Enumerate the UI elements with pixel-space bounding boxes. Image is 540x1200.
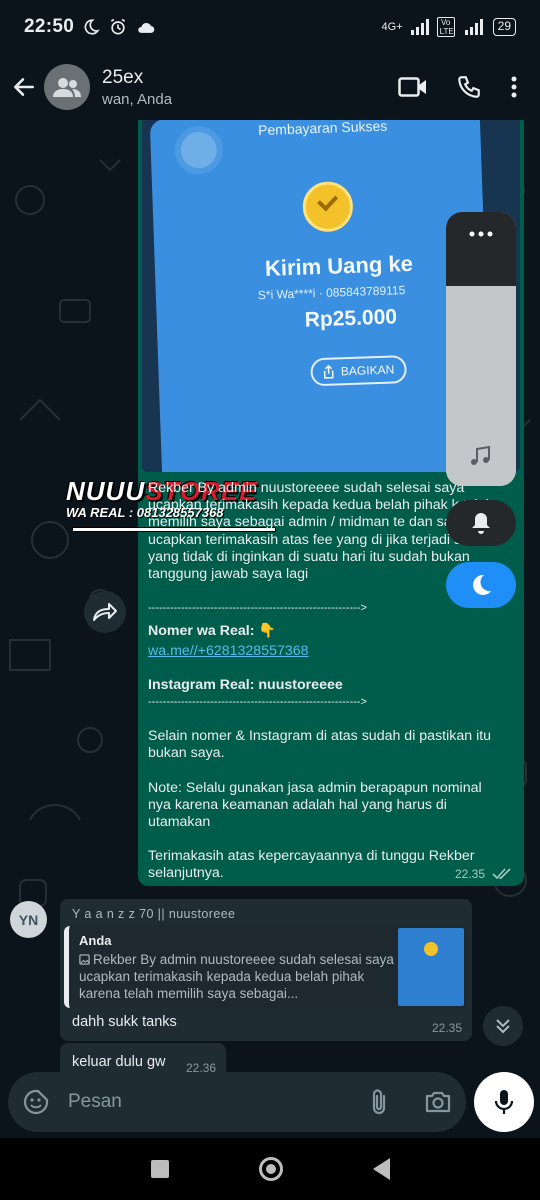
- signal-2-icon: [464, 19, 483, 35]
- voice-record-button[interactable]: [474, 1072, 534, 1132]
- more-vert-icon[interactable]: [510, 75, 518, 99]
- bell-icon: [472, 513, 490, 534]
- system-nav-bar: [0, 1138, 540, 1200]
- image-icon: [79, 954, 90, 965]
- point-down-emoji: 👇: [258, 623, 277, 640]
- header-actions: [398, 74, 518, 100]
- forward-button[interactable]: [84, 591, 126, 633]
- music-note-icon: [471, 445, 490, 465]
- incoming-message[interactable]: Y a a n z z 70 || nuustoreee Anda Rekber…: [60, 899, 472, 1041]
- separator-1: ----------------------------------------…: [148, 602, 367, 615]
- incoming-text-2: keluar dulu gw: [72, 1054, 166, 1070]
- forward-icon: [93, 603, 117, 621]
- wa-label: Nomer wa Real:: [148, 623, 255, 640]
- quote-thumbnail: [398, 928, 464, 1006]
- message-para-1: Selain nomer & Instagram di atas sudah d…: [148, 728, 492, 762]
- alarm-icon: [110, 18, 126, 35]
- back-arrow-icon: [14, 78, 34, 96]
- recents-button[interactable]: [150, 1160, 169, 1178]
- message-input-container[interactable]: Pesan: [8, 1072, 466, 1132]
- message-input[interactable]: Pesan: [68, 1091, 122, 1113]
- ringer-button[interactable]: [446, 500, 516, 546]
- check-coin-icon: [301, 180, 354, 233]
- volume-panel-top: [446, 212, 516, 286]
- do-not-disturb-button[interactable]: [446, 562, 516, 608]
- volte-badge: Vo LTE: [436, 17, 455, 37]
- incoming-text: dahh sukk tanks: [72, 1014, 177, 1030]
- status-right-icons: 4G+ Vo LTE 29: [382, 17, 516, 37]
- payment-status: Pembayaran Sukses: [257, 120, 388, 139]
- share-button: BAGIKAN: [310, 355, 408, 387]
- sender-name[interactable]: Y a a n z z 70 || nuustoreee: [72, 907, 235, 921]
- status-time: 22:50: [24, 16, 75, 37]
- payment-screenshot: Pembayaran Sukses Kirim Uang ke S*i Wa**…: [149, 120, 493, 472]
- chat-header: 25ex wan, Anda: [0, 54, 540, 120]
- payment-amount: Rp25.000: [304, 305, 398, 332]
- battery-indicator: 29: [492, 18, 516, 36]
- quoted-message[interactable]: Anda Rekber By admin nuustoreeee sudah s…: [64, 926, 468, 1008]
- thumb-coin-icon: [424, 942, 438, 956]
- group-avatar[interactable]: [44, 64, 90, 110]
- more-horiz-icon[interactable]: [446, 212, 516, 252]
- status-left-icons: [82, 17, 156, 37]
- signal-icon: [410, 19, 429, 35]
- message-para-3: Terimakasih atas kepercayaannya di tungg…: [148, 848, 475, 882]
- back-button[interactable]: [4, 67, 44, 107]
- share-label: BAGIKAN: [340, 362, 395, 379]
- moon-status-icon: [84, 19, 100, 35]
- incoming-time: 22.35: [431, 1021, 462, 1035]
- wa-link[interactable]: wa.me//+6281328557368: [148, 643, 506, 660]
- scroll-down-button[interactable]: [483, 1006, 523, 1046]
- wa-label-row: Nomer wa Real: 👇: [148, 623, 506, 640]
- blur-circle: [173, 125, 224, 175]
- chat-title: 25ex: [102, 66, 144, 88]
- double-chevron-down-icon: [496, 1019, 510, 1034]
- sticker-icon[interactable]: [22, 1088, 50, 1116]
- payment-recipient: S*i Wa****i · 085843789115: [257, 283, 406, 303]
- cloud-icon: [138, 22, 155, 33]
- home-button[interactable]: [258, 1157, 283, 1181]
- nav-back-button[interactable]: [372, 1158, 390, 1180]
- volume-panel[interactable]: [446, 212, 516, 486]
- group-avatar-icon: [53, 78, 81, 97]
- separator-2: ----------------------------------------…: [148, 696, 367, 709]
- composer-bar: Pesan: [0, 1072, 540, 1134]
- payment-title: Kirim Uang ke: [264, 250, 414, 281]
- outgoing-text-block: Rekber By admin nuustoreeee sudah selesa…: [148, 480, 506, 883]
- status-bar: 22:50 4G+ Vo LTE 29: [0, 0, 540, 54]
- chat-subtitle: wan, Anda: [102, 90, 173, 108]
- share-icon: [324, 364, 334, 379]
- ig-label: Instagram Real: nuustoreeee: [148, 676, 343, 693]
- attach-icon[interactable]: [368, 1088, 390, 1116]
- camera-icon[interactable]: [424, 1089, 452, 1115]
- network-label: 4G+: [381, 21, 403, 33]
- chat-title-block[interactable]: 25ex wan, Anda: [102, 67, 172, 108]
- moon-icon: [473, 574, 491, 595]
- mic-icon: [494, 1090, 514, 1114]
- phone-icon[interactable]: [456, 74, 482, 100]
- quote-body: Rekber By admin nuustoreeee sudah selesa…: [79, 952, 394, 1001]
- outgoing-time: 22.35: [455, 867, 486, 881]
- quote-text: Rekber By admin nuustoreeee sudah selesa…: [79, 951, 397, 1002]
- double-tick-icon: [492, 868, 511, 880]
- watermark-white: NUUU: [66, 476, 146, 506]
- message-para-2: Note: Selalu gunakan jasa admin berapapu…: [148, 779, 482, 831]
- sender-avatar[interactable]: YN: [10, 901, 47, 938]
- video-call-icon[interactable]: [398, 76, 428, 98]
- quote-author: Anda: [79, 933, 112, 948]
